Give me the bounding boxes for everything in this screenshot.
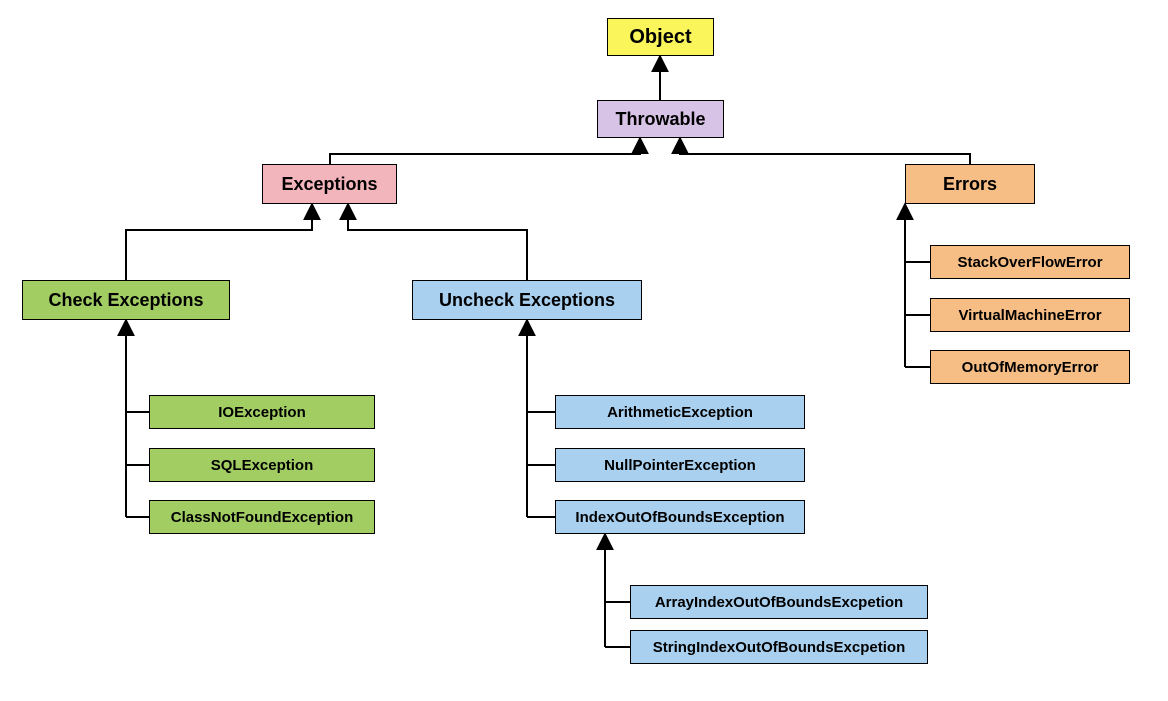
- node-virtualmachineerror: VirtualMachineError: [930, 298, 1130, 332]
- node-label: NullPointerException: [604, 457, 756, 474]
- node-check-exceptions: Check Exceptions: [22, 280, 230, 320]
- node-arrayindexoutofbounds: ArrayIndexOutOfBoundsExcpetion: [630, 585, 928, 619]
- node-label: ArithmeticException: [607, 404, 753, 421]
- node-sqlexception: SQLException: [149, 448, 375, 482]
- node-ioexception: IOException: [149, 395, 375, 429]
- node-label: VirtualMachineError: [958, 307, 1101, 324]
- node-arithmeticexception: ArithmeticException: [555, 395, 805, 429]
- node-label: ClassNotFoundException: [171, 509, 354, 526]
- node-label: StringIndexOutOfBoundsExcpetion: [653, 639, 906, 656]
- node-label: ArrayIndexOutOfBoundsExcpetion: [655, 594, 903, 611]
- node-object: Object: [607, 18, 714, 56]
- node-label: SQLException: [211, 457, 314, 474]
- node-throwable: Throwable: [597, 100, 724, 138]
- node-errors: Errors: [905, 164, 1035, 204]
- node-label: Check Exceptions: [48, 290, 203, 311]
- node-indexoutofbounds: IndexOutOfBoundsException: [555, 500, 805, 534]
- node-label: IOException: [218, 404, 306, 421]
- node-label: Object: [629, 26, 691, 49]
- node-stringindexoutofbounds: StringIndexOutOfBoundsExcpetion: [630, 630, 928, 664]
- node-label: Exceptions: [281, 174, 377, 195]
- node-exceptions: Exceptions: [262, 164, 397, 204]
- node-classnotfoundexception: ClassNotFoundException: [149, 500, 375, 534]
- node-label: Errors: [943, 174, 997, 195]
- node-uncheck-exceptions: Uncheck Exceptions: [412, 280, 642, 320]
- diagram-canvas: Object Throwable Exceptions Errors Check…: [0, 0, 1168, 701]
- node-stackoverflowerror: StackOverFlowError: [930, 245, 1130, 279]
- node-nullpointerexception: NullPointerException: [555, 448, 805, 482]
- node-label: IndexOutOfBoundsException: [575, 509, 784, 526]
- node-outofmemoryerror: OutOfMemoryError: [930, 350, 1130, 384]
- node-label: OutOfMemoryError: [962, 359, 1099, 376]
- node-label: Throwable: [615, 109, 705, 130]
- node-label: Uncheck Exceptions: [439, 290, 615, 311]
- node-label: StackOverFlowError: [957, 254, 1102, 271]
